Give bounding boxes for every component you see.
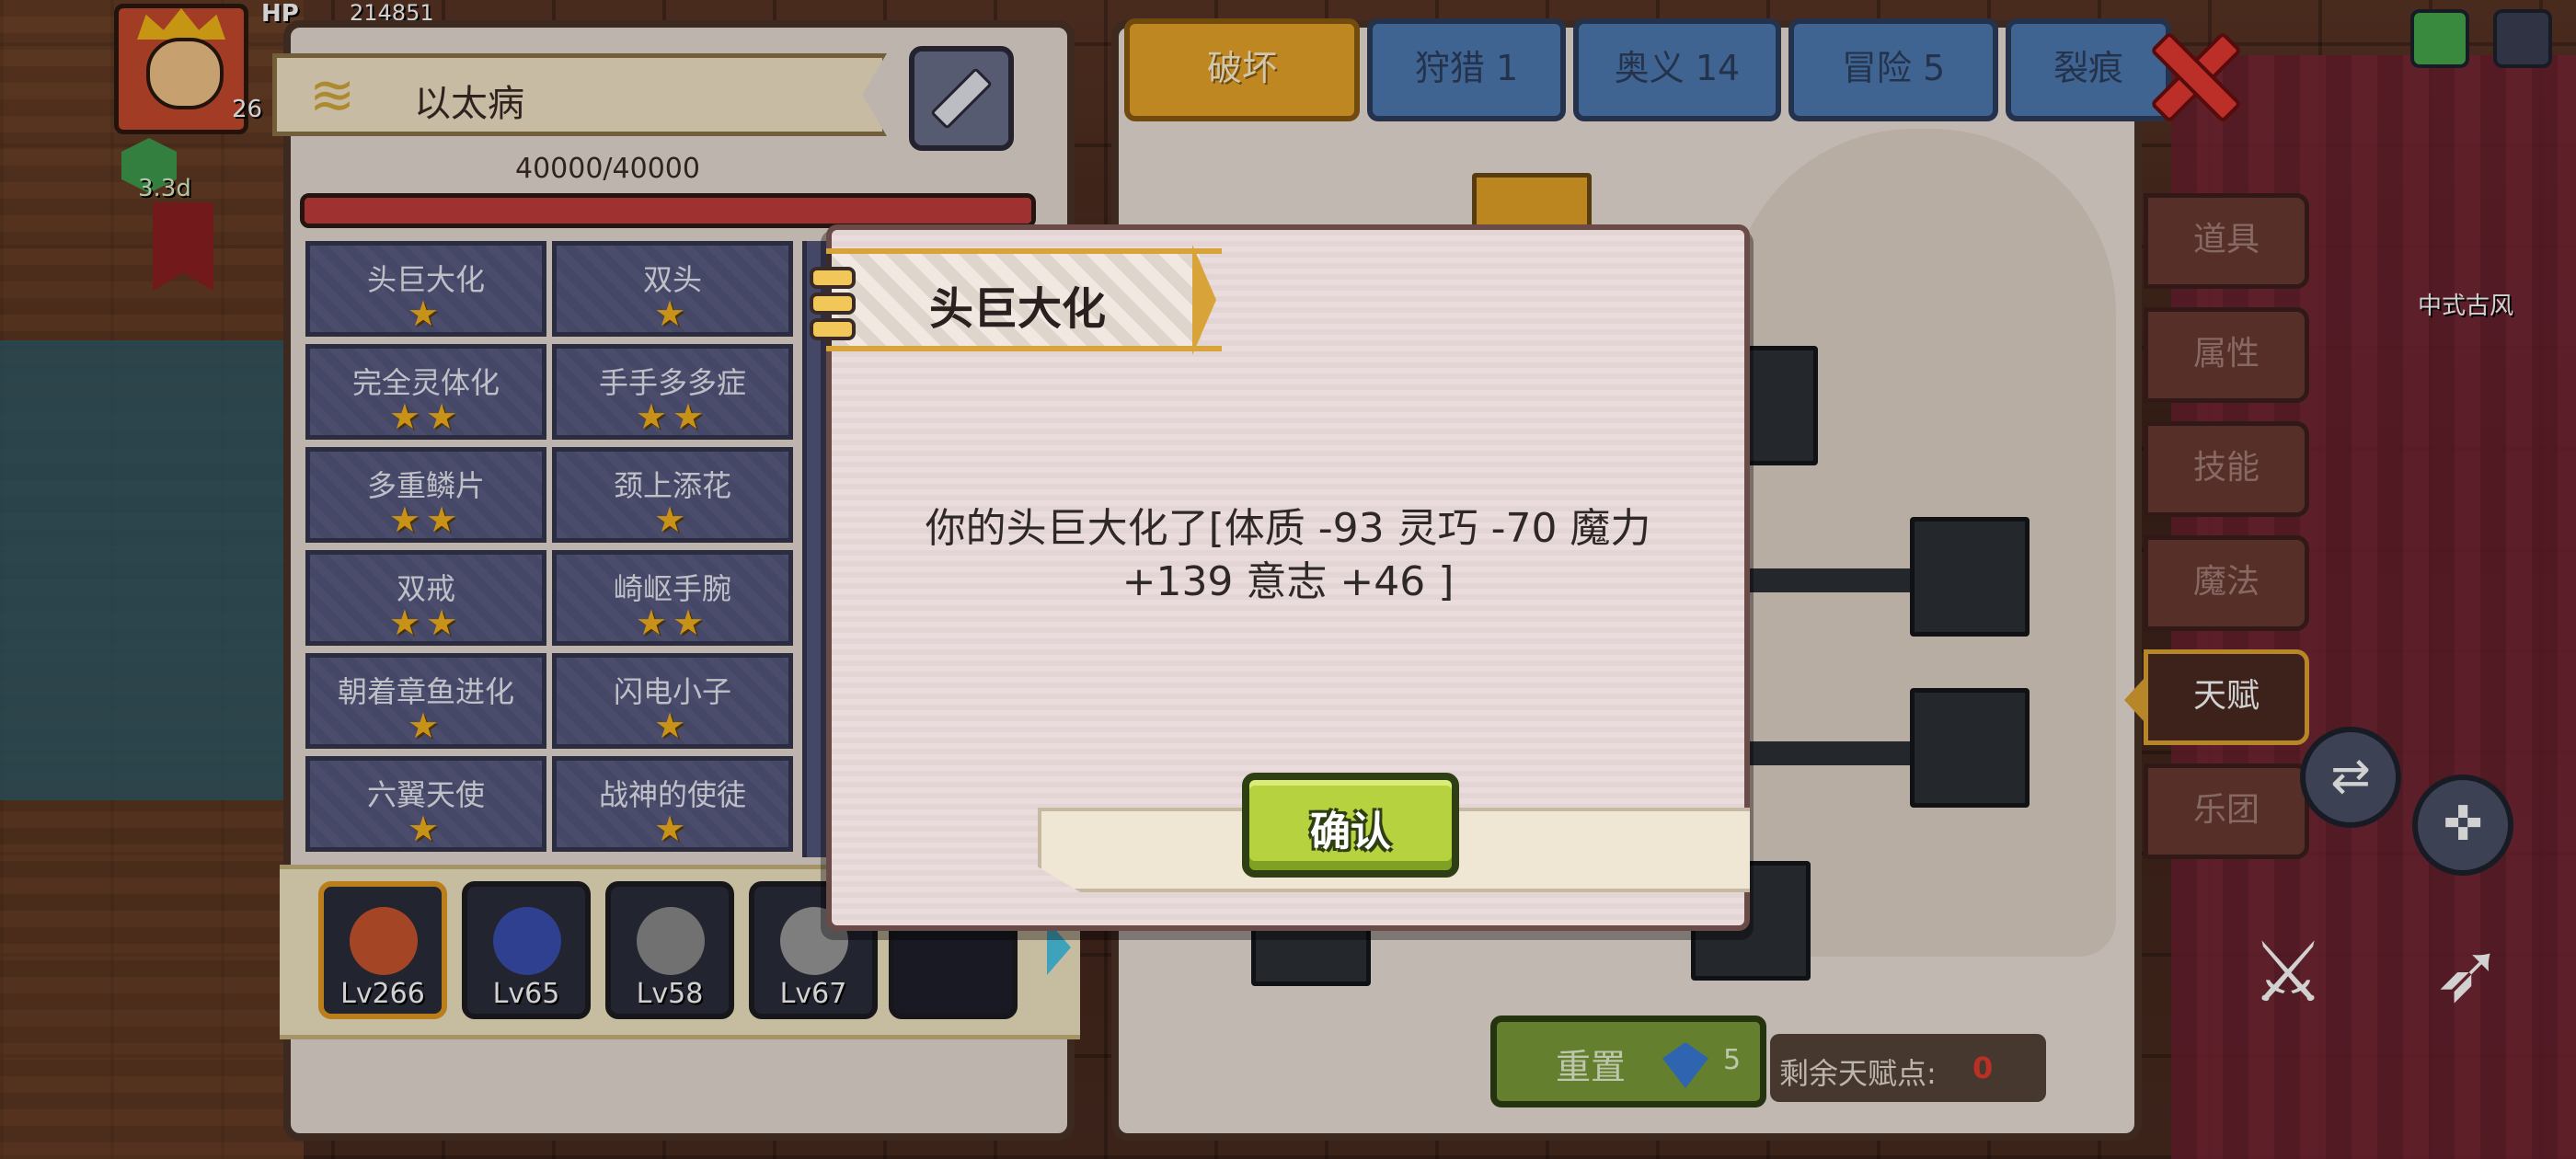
spiral-binding-icon [810, 293, 856, 315]
spiral-binding-icon [810, 267, 856, 289]
spiral-binding-icon [810, 318, 856, 340]
dialog-title: 头巨大化 [929, 283, 1107, 335]
confirm-label: 确认 [1310, 809, 1391, 855]
dialog-ribbon-tip [1192, 245, 1216, 355]
dialog-message: 你的头巨大化了[体质 -93 灵巧 -70 魔力 +139 意志 +46 ] [925, 505, 1651, 605]
confirm-button[interactable]: 确认 [1242, 773, 1459, 878]
